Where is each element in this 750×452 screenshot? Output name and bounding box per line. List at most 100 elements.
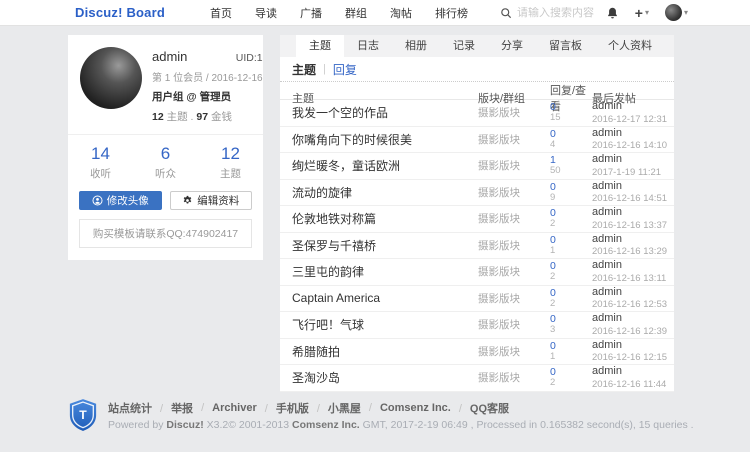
profile-tab[interactable]: 分享 bbox=[488, 35, 536, 57]
footer-link[interactable]: Archiver bbox=[193, 402, 257, 414]
edit-profile-button[interactable]: 编辑资料 bbox=[170, 191, 253, 210]
last-post-info: admin 2016-12-16 12:15 bbox=[592, 339, 668, 364]
last-poster-link[interactable]: admin bbox=[592, 365, 668, 378]
topic-title-link[interactable]: Captain America bbox=[292, 291, 478, 305]
last-poster-link[interactable]: admin bbox=[592, 339, 668, 352]
topic-forum-link[interactable]: 摄影版块 bbox=[478, 132, 550, 147]
main-menu: 首页 导读 广播 群组 淘帖 排行榜 bbox=[187, 5, 468, 21]
last-post-info: admin 2016-12-16 13:37 bbox=[592, 206, 668, 231]
footer-powered: Powered by Discuz! X3.2© 2001-2013 Comse… bbox=[108, 419, 694, 431]
profile-tab[interactable]: 日志 bbox=[344, 35, 392, 57]
last-poster-link[interactable]: admin bbox=[592, 206, 668, 219]
footer-link[interactable]: QQ客服 bbox=[451, 400, 509, 416]
footer-link[interactable]: 站点统计 bbox=[108, 400, 152, 416]
last-post-info: admin 2016-12-16 11:44 bbox=[592, 365, 668, 390]
profile-stats: 14 收听 6 听众 12 主题 bbox=[68, 134, 263, 189]
topic-counts: 1 50 bbox=[550, 154, 592, 177]
last-poster-link[interactable]: admin bbox=[592, 312, 668, 325]
change-avatar-button[interactable]: 修改头像 bbox=[79, 191, 162, 210]
topic-title-link[interactable]: 伦敦地铁对称篇 bbox=[292, 210, 478, 227]
topic-forum-link[interactable]: 摄影版块 bbox=[478, 185, 550, 200]
topic-title-link[interactable]: 圣淘沙岛 bbox=[292, 369, 478, 386]
topic-forum-link[interactable]: 摄影版块 bbox=[478, 105, 550, 120]
user-group: 用户组 @ 管理员 bbox=[152, 89, 263, 104]
topic-counts: 0 2 bbox=[550, 260, 592, 283]
topic-title-link[interactable]: 圣保罗与千禧桥 bbox=[292, 237, 478, 254]
topic-forum-link[interactable]: 摄影版块 bbox=[478, 344, 550, 359]
topic-forum-link[interactable]: 摄影版块 bbox=[478, 158, 550, 173]
last-poster-link[interactable]: admin bbox=[592, 100, 668, 113]
topic-counts: 0 2 bbox=[550, 207, 592, 230]
site-logo[interactable]: Discuz! Board bbox=[75, 5, 165, 20]
last-poster-link[interactable]: admin bbox=[592, 180, 668, 193]
footer-link[interactable]: 手机版 bbox=[257, 400, 309, 416]
profile-avatar[interactable] bbox=[80, 47, 142, 109]
profile-tab[interactable]: 记录 bbox=[440, 35, 488, 57]
footer-link[interactable]: 小黑屋 bbox=[309, 400, 361, 416]
topic-title-link[interactable]: 流动的旋律 bbox=[292, 184, 478, 201]
topic-forum-link[interactable]: 摄影版块 bbox=[478, 238, 550, 253]
username: admin bbox=[152, 49, 187, 64]
topic-title-link[interactable]: 飞行吧！气球 bbox=[292, 316, 478, 333]
profile-tab[interactable]: 主题 bbox=[296, 35, 344, 57]
profile-stat[interactable]: 12 主题 bbox=[198, 144, 263, 181]
nav-menu-item[interactable]: 排行榜 bbox=[435, 5, 468, 21]
edit-profile-label: 编辑资料 bbox=[197, 193, 239, 208]
main-panel: 主题日志相册记录分享留言板个人资料 主题 | 回复 主题 版块/群组 回复/查看… bbox=[280, 35, 674, 392]
subtab-replies[interactable]: 回复 bbox=[333, 61, 357, 78]
last-poster-link[interactable]: admin bbox=[592, 127, 668, 140]
gear-icon bbox=[182, 195, 193, 206]
view-count: 15 bbox=[550, 113, 592, 124]
topic-title-link[interactable]: 绚烂暖冬，童话欧洲 bbox=[292, 157, 478, 174]
table-row: 希腊随拍 摄影版块 0 1 admin 2016-12-16 12:15 bbox=[280, 339, 674, 366]
last-post-info: admin 2016-12-16 13:29 bbox=[592, 233, 668, 258]
view-count: 3 bbox=[550, 325, 592, 336]
profile-tab[interactable]: 个人资料 bbox=[595, 35, 665, 57]
topic-forum-link[interactable]: 摄影版块 bbox=[478, 370, 550, 385]
table-row: Captain America 摄影版块 0 2 admin 2016-12-1… bbox=[280, 286, 674, 313]
last-post-info: admin 2016-12-16 14:10 bbox=[592, 127, 668, 152]
last-poster-link[interactable]: admin bbox=[592, 286, 668, 299]
topic-title-link[interactable]: 我发一个空的作品 bbox=[292, 104, 478, 121]
powered-segment: Comsenz Inc. bbox=[292, 419, 360, 431]
last-post-time: 2016-12-16 13:37 bbox=[592, 220, 668, 231]
subtab-bar: 主题 | 回复 bbox=[280, 57, 674, 82]
last-post-time: 2016-12-16 14:51 bbox=[592, 193, 668, 204]
last-post-info: admin 2016-12-16 12:39 bbox=[592, 312, 668, 337]
nav-menu-item[interactable]: 广播 bbox=[300, 5, 322, 21]
nav-menu-item[interactable]: 首页 bbox=[210, 5, 232, 21]
powered-segment: Discuz! bbox=[166, 419, 203, 431]
subtab-threads[interactable]: 主题 bbox=[292, 61, 316, 78]
table-row: 三里屯的韵律 摄影版块 0 2 admin 2016-12-16 13:11 bbox=[280, 259, 674, 286]
topic-forum-link[interactable]: 摄影版块 bbox=[478, 264, 550, 279]
nav-menu-item[interactable]: 群组 bbox=[345, 5, 367, 21]
chevron-down-icon: ▾ bbox=[645, 8, 649, 17]
search-box[interactable] bbox=[500, 0, 627, 26]
nav-menu-item[interactable]: 淘帖 bbox=[390, 5, 412, 21]
topic-forum-link[interactable]: 摄影版块 bbox=[478, 211, 550, 226]
profile-stat[interactable]: 14 收听 bbox=[68, 144, 133, 181]
discuz-shield-logo: T bbox=[68, 398, 98, 432]
table-row: 圣淘沙岛 摄影版块 0 2 admin 2016-12-16 11:44 bbox=[280, 365, 674, 392]
quick-post-button[interactable]: +▾ bbox=[635, 5, 649, 21]
profile-stat[interactable]: 6 听众 bbox=[133, 144, 198, 181]
nav-menu-item[interactable]: 导读 bbox=[255, 5, 277, 21]
avatar[interactable] bbox=[665, 4, 682, 21]
footer-link[interactable]: 举报 bbox=[152, 400, 193, 416]
profile-tab[interactable]: 留言板 bbox=[536, 35, 595, 57]
topic-title-link[interactable]: 你嘴角向下的时候很美 bbox=[292, 131, 478, 148]
last-post-time: 2016-12-16 12:39 bbox=[592, 326, 668, 337]
view-count: 4 bbox=[550, 140, 592, 151]
last-poster-link[interactable]: admin bbox=[592, 233, 668, 246]
footer-link[interactable]: Comsenz Inc. bbox=[361, 402, 451, 414]
topic-forum-link[interactable]: 摄影版块 bbox=[478, 291, 550, 306]
topic-title-link[interactable]: 三里屯的韵律 bbox=[292, 263, 478, 280]
last-poster-link[interactable]: admin bbox=[592, 153, 668, 166]
topic-title-link[interactable]: 希腊随拍 bbox=[292, 343, 478, 360]
stat-value: 14 bbox=[68, 144, 133, 164]
topic-forum-link[interactable]: 摄影版块 bbox=[478, 317, 550, 332]
user-menu[interactable]: ▾ bbox=[665, 4, 688, 21]
last-poster-link[interactable]: admin bbox=[592, 259, 668, 272]
search-input[interactable] bbox=[517, 7, 627, 19]
profile-tab[interactable]: 相册 bbox=[392, 35, 440, 57]
